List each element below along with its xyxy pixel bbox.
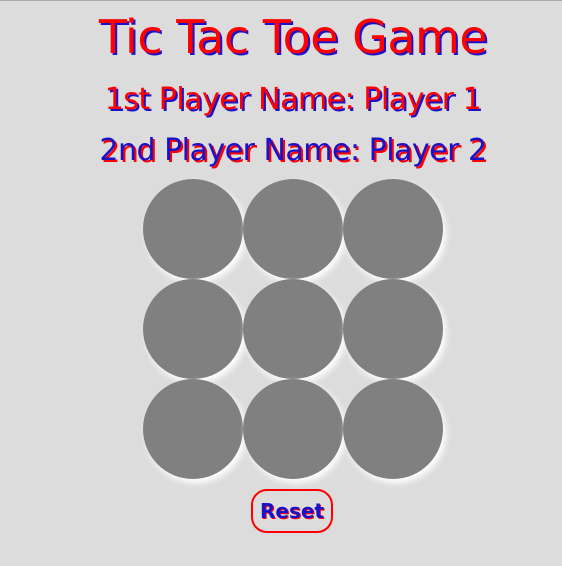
board-cell-2[interactable] bbox=[243, 179, 343, 279]
board-cell-8[interactable] bbox=[243, 379, 343, 479]
board-cell-9[interactable] bbox=[343, 379, 443, 479]
board-cell-5[interactable] bbox=[243, 279, 343, 379]
reset-button[interactable]: Reset bbox=[251, 489, 333, 533]
board-cell-1[interactable] bbox=[143, 179, 243, 279]
game-board bbox=[143, 179, 443, 479]
player-1-name: 1st Player Name: Player 1 bbox=[104, 82, 482, 117]
board-cell-3[interactable] bbox=[343, 179, 443, 279]
board-cell-6[interactable] bbox=[343, 279, 443, 379]
player-2-name: 2nd Player Name: Player 2 bbox=[99, 133, 487, 168]
board-cell-4[interactable] bbox=[143, 279, 243, 379]
page-title: Tic Tac Toe Game bbox=[98, 10, 488, 64]
board-cell-7[interactable] bbox=[143, 379, 243, 479]
